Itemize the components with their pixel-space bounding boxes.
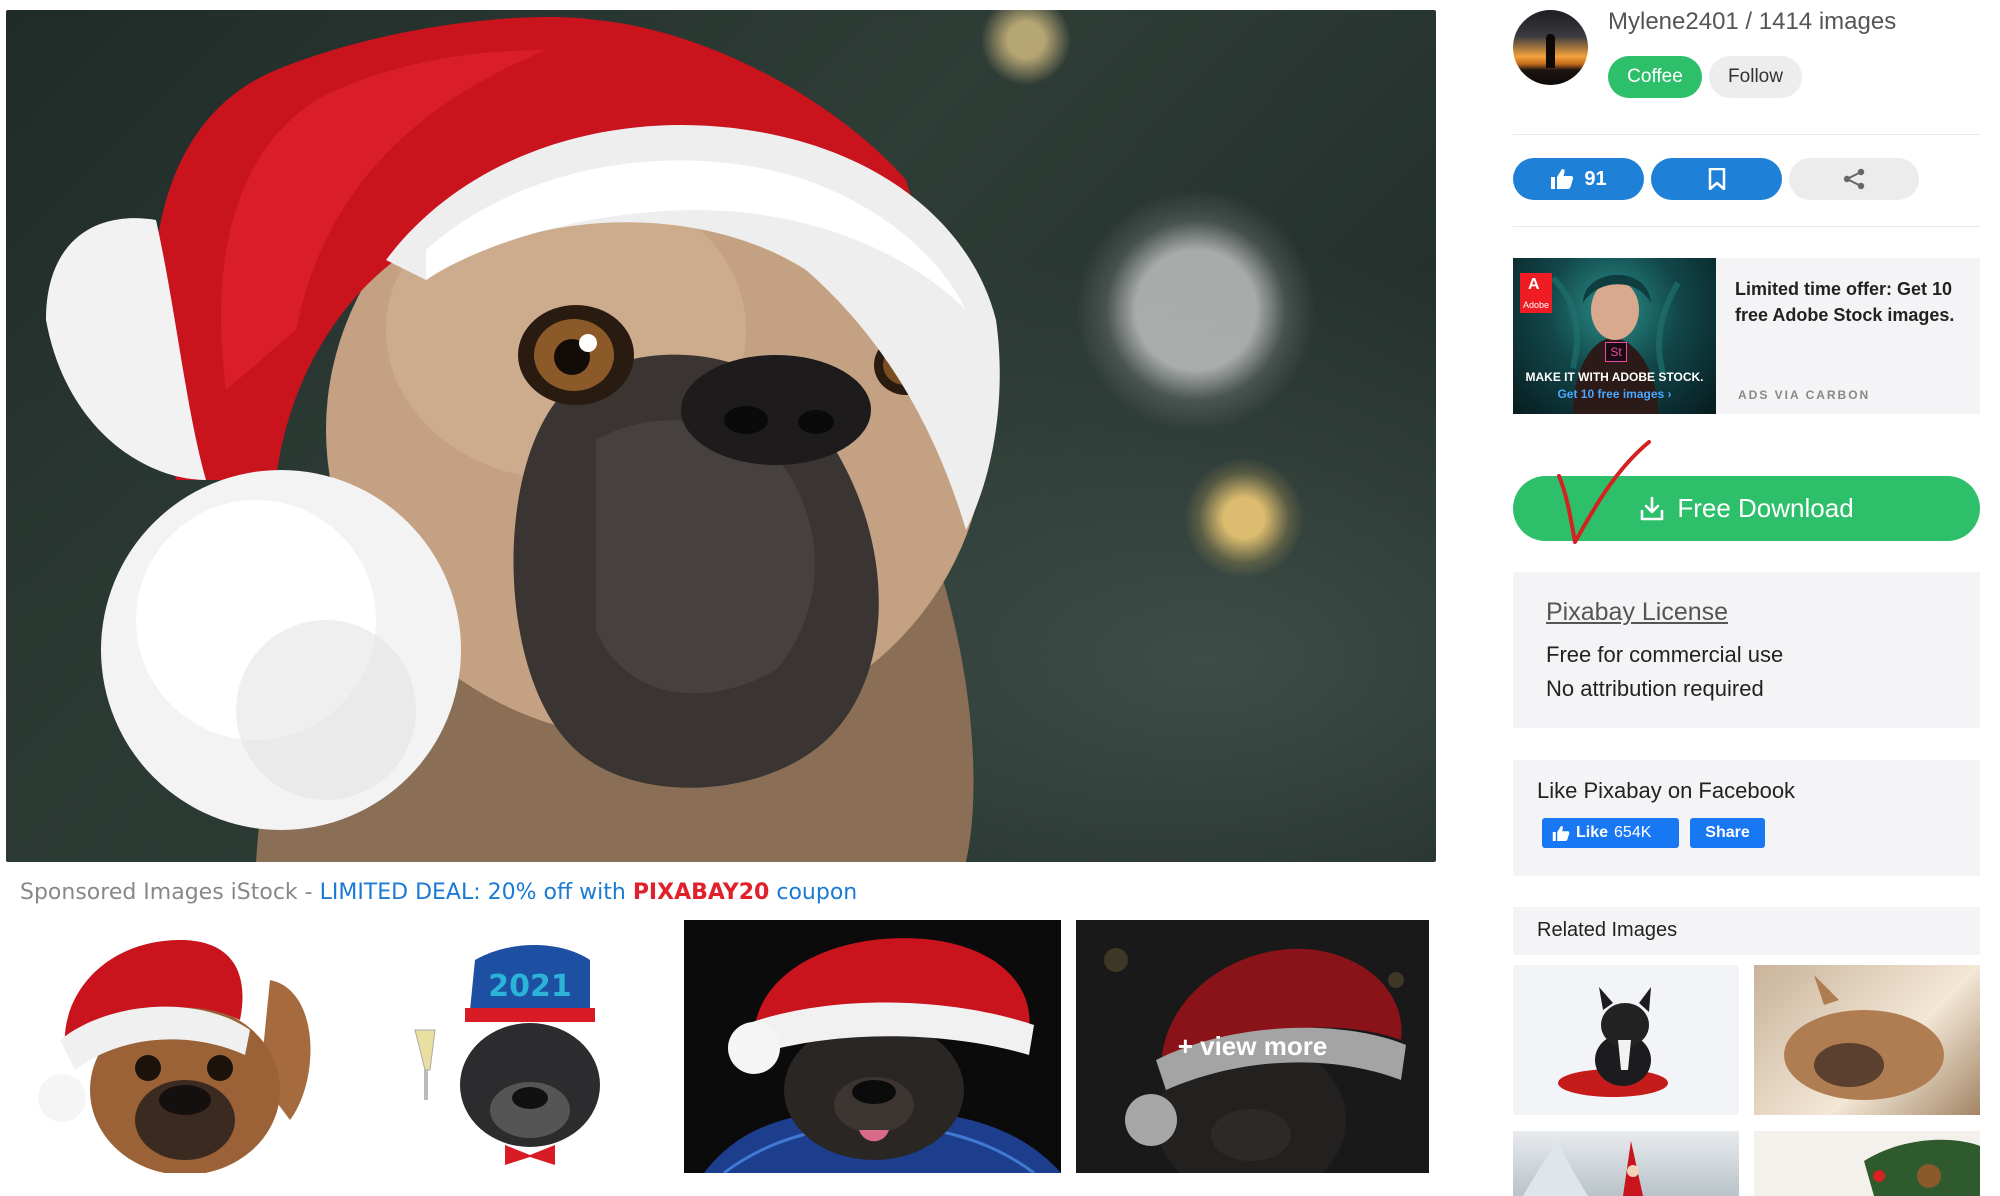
related-images-header: Related Images [1513, 907, 1980, 955]
related-images-title: Related Images [1537, 919, 1678, 941]
deal-suffix: coupon [769, 880, 858, 905]
adobe-logo: A Adobe [1520, 273, 1552, 313]
ad-image-headline: MAKE IT WITH ADOBE STOCK. [1525, 370, 1704, 384]
coupon-code: PIXABAY20 [632, 880, 770, 905]
carbon-ad[interactable]: A Adobe St MAKE IT WITH ADOBE STOCK. Get … [1513, 258, 1980, 414]
facebook-share-button[interactable]: Share [1690, 818, 1765, 848]
christmas-branch-thumb [1864, 1139, 1980, 1196]
sponsored-images-line: Sponsored Images iStock - LIMITED DEAL: … [20, 880, 857, 905]
author-name[interactable]: Mylene2401 / 1414 images [1608, 8, 1896, 36]
free-download-label: Free Download [1677, 493, 1854, 523]
adobe-logo-text: Adobe [1522, 300, 1550, 310]
like-button[interactable]: 91 [1513, 158, 1644, 200]
thumbs-up-icon [1552, 825, 1570, 841]
ad-image[interactable]: A Adobe St MAKE IT WITH ADOBE STOCK. Get … [1513, 258, 1716, 414]
pixabay-license-link[interactable]: Pixabay License [1546, 598, 1728, 627]
divider [1513, 134, 1980, 135]
sidebar: Mylene2401 / 1414 images Coffee Follow 9… [1513, 0, 1980, 1196]
bookmark-icon [1708, 168, 1725, 190]
related-image-4[interactable] [1754, 1131, 1980, 1196]
thumbs-up-icon [1551, 169, 1574, 189]
bulldog-on-red-cushion-thumb [1558, 987, 1668, 1097]
sponsored-image-4[interactable]: + view more [1076, 920, 1429, 1173]
facebook-like-button[interactable]: Like 654K [1542, 818, 1679, 848]
bulldog-santa-hat-thumb [38, 940, 311, 1173]
bulldog-tinsel-thumb [704, 938, 1061, 1173]
stock-badge: St [1605, 342, 1627, 362]
facebook-panel-title: Like Pixabay on Facebook [1537, 778, 1796, 803]
avatar-silhouette [1546, 34, 1555, 68]
svg-text:2021: 2021 [488, 969, 572, 1004]
related-image-3[interactable] [1513, 1131, 1739, 1196]
main-image[interactable] [6, 10, 1436, 862]
free-download-button[interactable]: Free Download [1513, 476, 1980, 541]
share-icon [1843, 168, 1865, 190]
view-more-label: + view more [1177, 1031, 1328, 1061]
follow-button[interactable]: Follow [1709, 56, 1802, 98]
sleeping-bulldog-thumb [1784, 975, 1944, 1100]
avatar[interactable] [1513, 10, 1588, 85]
related-image-1[interactable] [1513, 965, 1739, 1115]
ads-via-carbon-link[interactable]: ADS VIA CARBON [1738, 388, 1870, 402]
share-button[interactable] [1789, 158, 1919, 200]
bulldog-new-year-thumb: 2021 [414, 945, 600, 1165]
related-image-2[interactable] [1754, 965, 1980, 1115]
facebook-like-count: 654K [1614, 824, 1652, 841]
divider [1513, 226, 1980, 227]
ad-image-cta: Get 10 free images › [1557, 387, 1672, 401]
license-panel: Pixabay License Free for commercial use … [1513, 572, 1980, 728]
sponsored-prefix: Sponsored Images iStock - [20, 880, 320, 905]
sponsored-image-3[interactable] [684, 920, 1061, 1173]
ad-text-link[interactable]: Limited time offer: Get 10 free Adobe St… [1735, 276, 1965, 328]
deal-text: LIMITED DEAL: 20% off with [319, 880, 633, 905]
download-icon [1641, 496, 1664, 520]
view-more-overlay[interactable]: + view more [1076, 920, 1429, 1173]
license-line-commercial: Free for commercial use [1546, 642, 1784, 667]
sponsored-image-1[interactable] [20, 920, 350, 1173]
gnome-winter-thumb [1523, 1136, 1643, 1196]
like-count: 91 [1584, 167, 1607, 190]
coffee-button[interactable]: Coffee [1608, 56, 1702, 98]
facebook-panel: Like Pixabay on Facebook Like 654K Share [1513, 760, 1980, 876]
bulldog-santa-illustration [46, 17, 1000, 862]
save-button[interactable] [1651, 158, 1782, 200]
license-line-attribution: No attribution required [1546, 676, 1764, 701]
facebook-like-label: Like [1576, 824, 1609, 841]
limited-deal-link[interactable]: LIMITED DEAL: 20% off with PIXABAY20 cou… [320, 880, 858, 905]
sponsored-image-2[interactable]: 2021 [380, 920, 680, 1173]
